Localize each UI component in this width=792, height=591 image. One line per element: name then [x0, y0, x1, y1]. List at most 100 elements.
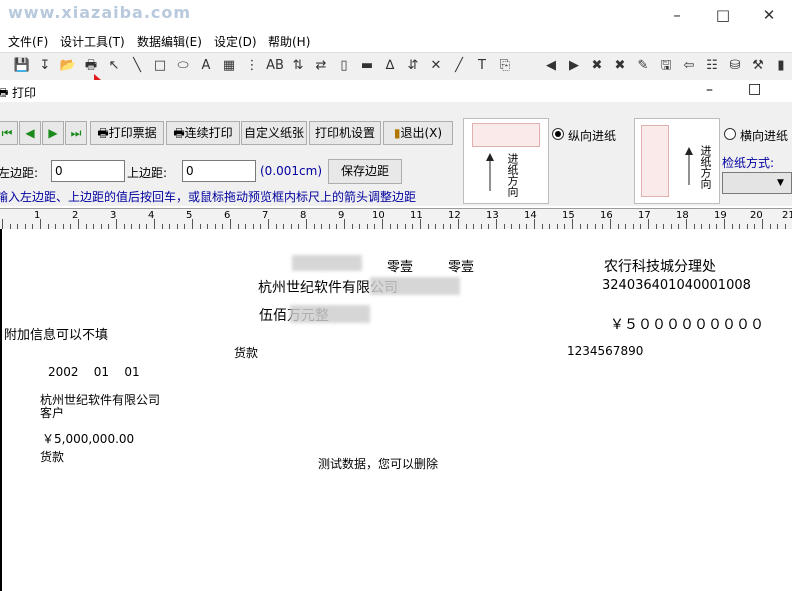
line-icon[interactable]: ╲ [127, 56, 147, 76]
delete-icon[interactable]: ✕ [426, 56, 446, 76]
next-icon[interactable]: ▶ [564, 56, 584, 76]
layers-icon[interactable]: ☷ [702, 56, 722, 76]
feed-arrow-icon [685, 147, 693, 185]
date-text: 2002 01 01 [48, 365, 140, 379]
vertical-align-icon[interactable]: ⇅ [288, 56, 308, 76]
top-margin-input[interactable]: 0 [182, 160, 256, 182]
align-icon[interactable]: ↧ [35, 56, 55, 76]
zero-field-1: 零壹 [387, 260, 414, 275]
text-icon[interactable]: A [196, 56, 216, 76]
feed-direction-label: 进纸方向 [506, 153, 519, 197]
ruler-tick [458, 219, 459, 229]
sort-icon[interactable]: ⇵ [403, 56, 423, 76]
next-page-button[interactable]: ▶ [42, 121, 64, 145]
import-icon[interactable]: ⎘ [495, 56, 515, 76]
first-page-button[interactable]: ⏮ [0, 121, 18, 145]
menu-settings[interactable]: 设定(D) [214, 33, 257, 50]
formula-icon[interactable]: ∆ [380, 56, 400, 76]
back-icon[interactable]: ⇦ [679, 56, 699, 76]
ticket-thumbnail [472, 123, 540, 147]
close-button[interactable]: ✕ [746, 0, 792, 30]
feed-arrow-icon [486, 153, 494, 191]
open-icon[interactable]: 📂 [58, 56, 78, 76]
portrait-thumbnail: 进纸方向 [463, 118, 549, 204]
ruler-label: 21 [782, 210, 792, 221]
ruler-tick [78, 219, 79, 229]
textbox-icon[interactable]: ▦ [219, 56, 239, 76]
tools-icon[interactable]: ⚒ [748, 56, 768, 76]
bank-name: 农行科技城分理处 [604, 259, 716, 275]
continuous-print-button[interactable]: 🖶连续打印 [166, 121, 240, 145]
print-preview: 零壹 零壹 农行科技城分理处 杭州世纪软件有限公司 32403640104000… [0, 229, 792, 591]
rectangle-icon[interactable]: □ [150, 56, 170, 76]
check-method-select[interactable]: ▼ [722, 172, 792, 194]
portrait-radio[interactable] [552, 128, 564, 140]
exit-button[interactable]: ▮退出(X) [383, 121, 453, 145]
left-margin-input[interactable]: 0 [51, 160, 125, 182]
menu-bar: 文件(F) 设计工具(T) 数据编辑(E) 设定(D) 帮助(H) [0, 30, 792, 52]
margin-hint: 输入左边距、上边距的值后按回车，或鼠标拖动预览框内标尺上的箭头调整边距 [0, 190, 417, 204]
left-margin-label: 左边距: [0, 166, 39, 180]
ruler-tick [230, 219, 231, 229]
ruler-tick [686, 219, 687, 229]
ellipse-icon[interactable]: ⬭ [173, 56, 193, 76]
print-maximize-button[interactable]: □ [748, 81, 761, 97]
row-icon[interactable]: ▬ [357, 56, 377, 76]
maximize-button[interactable]: □ [700, 0, 746, 30]
menu-help[interactable]: 帮助(H) [268, 33, 310, 50]
account-number: 324036401040001008 [602, 278, 751, 293]
last-page-button[interactable]: ⏭ [65, 121, 87, 145]
ruler-tick [496, 219, 497, 229]
ruler-tick [268, 219, 269, 229]
watermark: www.xiazaiba.com [8, 3, 192, 22]
cross-icon[interactable]: ✖ [587, 56, 607, 76]
menu-data[interactable]: 数据编辑(E) [137, 33, 202, 50]
disk-icon[interactable]: 🖫 [656, 56, 676, 76]
prev-page-button[interactable]: ◀ [19, 121, 41, 145]
ab-icon[interactable]: AB [265, 56, 285, 76]
print-window-icon: 🖶 [0, 86, 9, 99]
menu-file[interactable]: 文件(F) [8, 33, 48, 50]
exit-door-icon: ▮ [393, 126, 401, 140]
landscape-radio[interactable] [724, 128, 736, 140]
print-ticket-button[interactable]: 🖶打印票据 [90, 121, 164, 145]
custom-paper-button[interactable]: 自定义纸张 [241, 121, 307, 145]
account-2: 1234567890 [567, 344, 644, 358]
save-icon[interactable]: 💾 [12, 56, 32, 76]
ruler-tick [2, 219, 3, 229]
chart-icon[interactable]: ╱ [449, 56, 469, 76]
ruler-tick [116, 219, 117, 229]
printer-setup-button[interactable]: 打印机设置 [309, 121, 381, 145]
print-window-titlebar: 🖶 打印 – □ [0, 80, 792, 102]
save-margin-button[interactable]: 保存边距 [328, 159, 402, 184]
blurred-field [370, 277, 460, 295]
database-icon[interactable]: ⛁ [725, 56, 745, 76]
ruler-label: 20 [750, 210, 763, 221]
portrait-label: 纵向进纸 [568, 129, 617, 143]
exit-icon[interactable]: ▮ [771, 56, 791, 76]
customer-label: 客户 [40, 406, 65, 420]
horizontal-align-icon[interactable]: ⇄ [311, 56, 331, 76]
blurred-field [290, 305, 370, 323]
landscape-label: 横向进纸 [740, 129, 789, 143]
zero-field-2: 零壹 [448, 260, 475, 275]
column-icon[interactable]: ▯ [334, 56, 354, 76]
text-format-icon[interactable]: T [472, 56, 492, 76]
menu-design[interactable]: 设计工具(T) [60, 33, 125, 50]
horizontal-ruler[interactable]: 1 2 3 4 5 6 7 8 9 10 11 12 13 14 15 16 1… [0, 208, 792, 230]
check-method-label: 检纸方式: [722, 156, 775, 170]
amount-text: ￥5,000,000.00 [42, 432, 135, 446]
prev-icon[interactable]: ◀ [541, 56, 561, 76]
pencil-icon[interactable]: ✎ [633, 56, 653, 76]
cancel-icon[interactable]: ✖ [610, 56, 630, 76]
barcode-icon[interactable]: ⋮ [242, 56, 262, 76]
minimize-button[interactable]: – [654, 0, 700, 30]
ruler-tick [534, 219, 535, 229]
chevron-down-icon: ▼ [777, 178, 784, 188]
top-margin-label: 上边距: [127, 166, 168, 180]
ruler-tick [572, 219, 573, 229]
ruler-tick [344, 219, 345, 229]
feed-direction-label: 进纸方向 [699, 145, 712, 189]
print-minimize-button[interactable]: – [706, 82, 713, 98]
ruler-tick [154, 219, 155, 229]
